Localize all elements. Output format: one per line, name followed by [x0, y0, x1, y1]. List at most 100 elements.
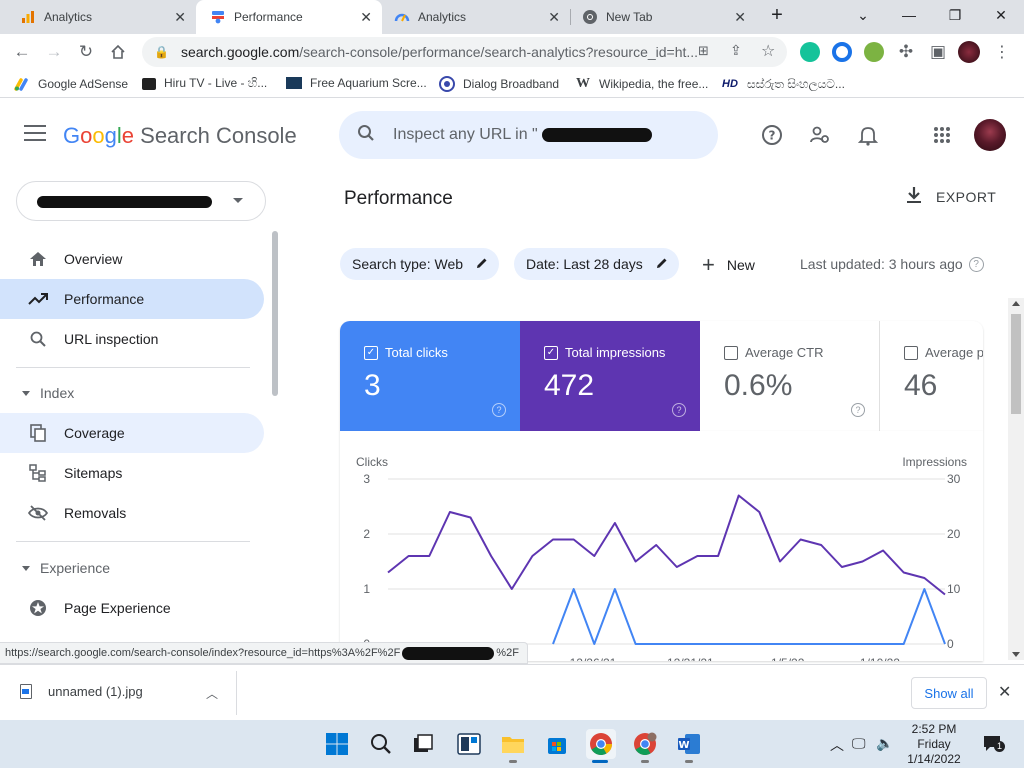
back-icon[interactable]: ←	[10, 40, 34, 64]
home-icon[interactable]	[106, 40, 130, 64]
close-tab-icon[interactable]: ✕	[360, 9, 372, 26]
chevron-up-icon[interactable]: ︿	[206, 685, 218, 702]
browser-toolbar: ← → ↻ 🔒 search.google.com/search-console…	[0, 34, 1024, 70]
bookmark-item[interactable]: Google AdSense	[14, 76, 128, 92]
section-header-experience[interactable]: Experience	[0, 548, 250, 588]
main-scrollbar[interactable]	[1008, 298, 1024, 660]
metric-card-total-clicks[interactable]: ✓ Total clicks 3 ?	[340, 321, 520, 431]
chrome-icon[interactable]	[586, 729, 616, 759]
side-panel-icon[interactable]: ▣	[926, 40, 950, 64]
file-explorer-icon[interactable]	[498, 729, 528, 759]
bookmark-star-icon[interactable]: ☆	[761, 41, 775, 61]
reload-icon[interactable]: ↻	[74, 40, 98, 64]
translate-icon[interactable]: ⊞	[698, 43, 709, 59]
link-status-bubble: https://search.google.com/search-console…	[0, 642, 528, 664]
address-bar[interactable]: 🔒 search.google.com/search-console/perfo…	[142, 37, 787, 67]
section-title: Experience	[40, 560, 111, 576]
inspect-url-search[interactable]: Inspect any URL in "	[339, 111, 718, 159]
metric-label: Average po	[925, 345, 983, 360]
checkbox-checked-icon[interactable]: ✓	[544, 345, 558, 360]
filter-chip-date[interactable]: Date: Last 28 days	[514, 248, 679, 280]
download-item[interactable]: unnamed (1).jpg	[20, 684, 143, 699]
main-menu-icon[interactable]	[24, 125, 46, 143]
chrome-menu-icon[interactable]: ⋮	[990, 40, 1014, 64]
scroll-thumb[interactable]	[1011, 314, 1021, 414]
notifications-bell-icon[interactable]	[856, 123, 880, 147]
help-circle-icon[interactable]: ?	[968, 256, 984, 272]
metric-card-average-ctr[interactable]: Average CTR 0.6% ?	[700, 321, 880, 431]
checkbox-checked-icon[interactable]: ✓	[364, 345, 378, 360]
forward-icon[interactable]: →	[42, 40, 66, 64]
filter-chip-search-type[interactable]: Search type: Web	[340, 248, 500, 280]
help-circle-icon[interactable]: ?	[851, 403, 865, 417]
metric-card-total-impressions[interactable]: ✓ Total impressions 472 ?	[520, 321, 700, 431]
tab-search-icon[interactable]: ⌄	[840, 0, 886, 30]
sidebar-item-sitemaps[interactable]: Sitemaps	[0, 453, 264, 493]
manage-users-icon[interactable]	[808, 123, 832, 147]
restore-icon[interactable]: ❐	[932, 0, 978, 30]
metric-card-average-position[interactable]: Average po 46	[880, 321, 983, 431]
close-window-icon[interactable]: ✕	[978, 0, 1024, 30]
volume-icon[interactable]: 🔈	[876, 735, 893, 752]
minimize-icon[interactable]: —	[886, 0, 932, 30]
grammarly-icon[interactable]	[800, 42, 820, 62]
browser-tab[interactable]: Analytics ✕	[382, 0, 570, 34]
microsoft-store-icon[interactable]	[542, 729, 572, 759]
property-selector[interactable]	[16, 181, 266, 221]
search-console-logo[interactable]: Google Search Console	[63, 123, 297, 149]
close-tab-icon[interactable]: ✕	[548, 9, 560, 26]
show-hidden-icons-icon[interactable]: ︿	[830, 735, 844, 755]
windows-start-icon[interactable]	[322, 729, 352, 759]
account-avatar[interactable]	[974, 119, 1006, 151]
help-circle-icon[interactable]: ?	[492, 403, 506, 417]
task-view-icon[interactable]	[408, 729, 438, 759]
export-button[interactable]: EXPORT	[906, 186, 996, 207]
word-icon[interactable]: W	[674, 729, 704, 759]
sidebar-item-coverage[interactable]: Coverage	[0, 413, 264, 453]
bookmark-item[interactable]: HD සස්රුත සිංහලයට...	[721, 76, 845, 92]
new-tab-button[interactable]: +	[754, 0, 800, 30]
bookmark-item[interactable]: Free Aquarium Scre...	[286, 76, 427, 90]
notification-center-icon[interactable]: 1	[982, 733, 1005, 756]
bookmark-item[interactable]: Dialog Broadband	[439, 76, 559, 92]
chrome-profile-icon[interactable]	[630, 729, 660, 759]
apps-grid-icon[interactable]	[930, 123, 954, 147]
close-tab-icon[interactable]: ✕	[734, 9, 746, 26]
help-icon[interactable]: ?	[760, 123, 784, 147]
sidebar-item-removals[interactable]: Removals	[0, 493, 264, 533]
sidebar-item-performance[interactable]: Performance	[0, 279, 264, 319]
scroll-up-arrow-icon[interactable]	[1012, 301, 1020, 306]
help-circle-icon[interactable]: ?	[672, 403, 686, 417]
app-header: Google Search Console Inspect any URL in…	[0, 99, 1024, 171]
profile-avatar[interactable]	[958, 41, 980, 63]
search-icon[interactable]	[366, 729, 396, 759]
bookmark-item[interactable]: W Wikipedia, the free...	[575, 76, 708, 92]
left-tick-label: 1	[363, 582, 370, 596]
system-clock[interactable]: 2:52 PM Friday 1/14/2022	[900, 722, 968, 767]
network-icon[interactable]: 🖵	[852, 735, 866, 752]
close-icon[interactable]: ✕	[998, 682, 1011, 702]
sidebar-item-page-experience[interactable]: Page Experience	[0, 588, 264, 628]
checkbox-unchecked-icon[interactable]	[904, 345, 918, 360]
analytics-gauge-icon	[394, 9, 410, 25]
scroll-down-arrow-icon[interactable]	[1012, 652, 1020, 657]
lock-icon[interactable]: 🔒	[154, 45, 169, 59]
share-icon[interactable]: ⇪	[730, 42, 742, 59]
new-filter-button[interactable]: + New	[702, 252, 755, 278]
sidebar-item-overview[interactable]: Overview	[0, 239, 264, 279]
extensions-puzzle-icon[interactable]: ✣	[894, 40, 918, 64]
sidebar-item-url-inspection[interactable]: URL inspection	[0, 319, 264, 359]
show-all-button[interactable]: Show all	[911, 677, 987, 709]
extension-green-icon[interactable]	[864, 42, 884, 62]
sidebar-scrollbar[interactable]	[272, 231, 278, 396]
last-updated-label: Last updated: 3 hours ago	[800, 256, 963, 272]
browser-tab[interactable]: Analytics ✕	[8, 0, 196, 34]
bookmark-item[interactable]: Hiru TV - Live - හි...	[142, 76, 267, 91]
section-header-index[interactable]: Index	[0, 373, 250, 413]
widgets-icon[interactable]	[454, 729, 484, 759]
browser-tab[interactable]: New Tab ✕	[570, 0, 756, 34]
checkbox-unchecked-icon[interactable]	[724, 345, 738, 360]
extension-circle-icon[interactable]	[832, 42, 852, 62]
close-tab-icon[interactable]: ✕	[174, 9, 186, 26]
browser-tab-active[interactable]: Performance ✕	[196, 0, 382, 34]
